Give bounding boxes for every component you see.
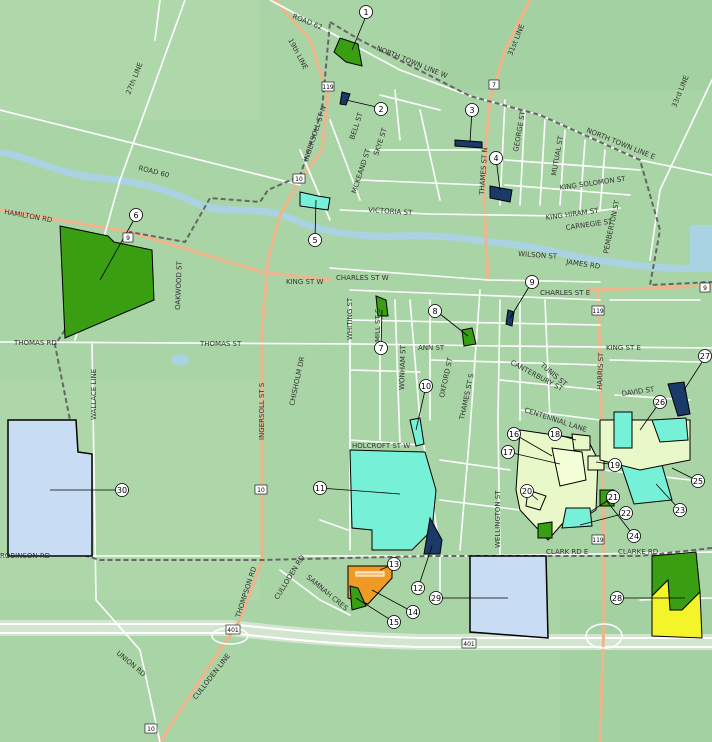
callout-number: 17 <box>503 448 513 457</box>
callout-number: 4 <box>493 154 498 163</box>
callout-number: 22 <box>621 509 631 518</box>
road-label: INGERSOLL ST S <box>258 382 266 440</box>
callout[interactable]: 10 <box>419 379 433 393</box>
callout-number: 7 <box>378 344 383 353</box>
road-label: KING ST W <box>286 278 323 286</box>
callout[interactable]: 11 <box>313 481 327 495</box>
callout[interactable]: 30 <box>115 483 129 497</box>
callout[interactable]: 23 <box>673 503 687 517</box>
callout[interactable]: 24 <box>627 529 641 543</box>
callout-number: 8 <box>432 307 437 316</box>
callout-number: 19 <box>610 461 620 470</box>
callout[interactable]: 25 <box>691 474 705 488</box>
route-shield-label: 119 <box>322 84 334 91</box>
callout[interactable]: 22 <box>619 506 633 520</box>
callout[interactable]: 8 <box>428 304 442 318</box>
callout[interactable]: 21 <box>606 490 620 504</box>
callout-number: 10 <box>421 382 431 391</box>
callout[interactable]: 19 <box>608 458 622 472</box>
road-label: CLARKE RD <box>618 548 658 556</box>
road-label: ANN ST <box>418 344 445 352</box>
callout[interactable]: 14 <box>406 605 420 619</box>
callout[interactable]: 17 <box>501 445 515 459</box>
callout-number: 15 <box>389 618 399 627</box>
parcel-21[interactable] <box>561 507 593 529</box>
route-shield-label: 401 <box>463 641 475 648</box>
road-label: MILL ST S <box>374 308 382 342</box>
callout[interactable]: 9 <box>525 275 539 289</box>
callout-number: 20 <box>522 487 532 496</box>
road-label: CHARLES ST W <box>336 274 389 282</box>
callout-number: 6 <box>133 211 138 220</box>
callout[interactable]: 1 <box>359 5 373 19</box>
road-label: ROBINSON RD <box>0 552 50 560</box>
callout[interactable]: 26 <box>653 395 667 409</box>
callout[interactable]: 2 <box>374 102 388 116</box>
parcel-26[interactable] <box>613 411 633 449</box>
parcel-18[interactable] <box>571 433 591 451</box>
callout-number: 26 <box>655 398 665 407</box>
road-label: THOMAS RD <box>13 339 57 347</box>
callout[interactable]: 20 <box>520 484 534 498</box>
route-shield-label: 9 <box>703 285 707 292</box>
land-parcel-map: 119 7 10 9 119 9 119 10 401 401 10 ROAD … <box>0 0 712 742</box>
callout[interactable]: 12 <box>411 581 425 595</box>
callout[interactable]: 5 <box>308 233 322 247</box>
callout-number: 24 <box>629 532 639 541</box>
route-shield-label: 7 <box>492 82 496 89</box>
route-shield-label: 10 <box>147 726 155 733</box>
road-label: HARRIS ST <box>596 352 605 390</box>
callout-number: 2 <box>378 105 383 114</box>
callout-number: 11 <box>315 484 325 493</box>
callout[interactable]: 28 <box>610 591 624 605</box>
callout-number: 18 <box>550 430 560 439</box>
road-label: WALLACE LINE <box>90 369 98 420</box>
route-shield-label: 9 <box>126 235 130 242</box>
callout[interactable]: 18 <box>548 427 562 441</box>
callout-number: 29 <box>431 594 441 603</box>
parcel-14[interactable] <box>355 571 385 577</box>
road-label: WHITING ST <box>346 297 354 340</box>
road-label: THOMAS ST <box>199 340 242 348</box>
road-label: HOLCROFT ST W <box>352 442 410 450</box>
callout[interactable]: 7 <box>374 341 388 355</box>
route-shield-label: 401 <box>227 627 239 634</box>
callout-number: 12 <box>413 584 423 593</box>
callout-number: 5 <box>312 236 317 245</box>
callout[interactable]: 3 <box>465 103 479 117</box>
route-shield-label: 119 <box>592 537 604 544</box>
callout-number: 28 <box>612 594 622 603</box>
callout-number: 21 <box>608 493 618 502</box>
road-label: WELLINGTON ST <box>494 490 502 548</box>
callout-number: 23 <box>675 506 685 515</box>
callout-number: 13 <box>389 560 399 569</box>
parcel-22[interactable] <box>537 521 553 539</box>
callout[interactable]: 4 <box>489 151 503 165</box>
callout[interactable]: 16 <box>507 427 521 441</box>
callout[interactable]: 27 <box>698 349 712 363</box>
callout-number: 1 <box>363 8 368 17</box>
callout-number: 27 <box>700 352 710 361</box>
route-shield-label: 119 <box>592 308 604 315</box>
callout[interactable]: 13 <box>387 557 401 571</box>
callout-number: 14 <box>408 608 418 617</box>
road-label: KING ST E <box>606 344 641 352</box>
callout[interactable]: 6 <box>129 208 143 222</box>
road-label: WONHAM ST <box>398 344 408 390</box>
callout-number: 9 <box>529 278 534 287</box>
callout[interactable]: 15 <box>387 615 401 629</box>
callout-number: 3 <box>469 106 474 115</box>
road-label: CHARLES ST E <box>540 289 590 297</box>
road-label: CLARK RD E <box>546 548 588 556</box>
route-shield-label: 10 <box>295 176 303 183</box>
callout-number: 30 <box>117 486 127 495</box>
callout-number: 25 <box>693 477 703 486</box>
callout[interactable]: 29 <box>429 591 443 605</box>
callout-number: 16 <box>509 430 519 439</box>
parcel-3[interactable] <box>454 139 483 149</box>
parcel-29[interactable] <box>469 555 549 639</box>
route-shield-label: 10 <box>257 487 265 494</box>
